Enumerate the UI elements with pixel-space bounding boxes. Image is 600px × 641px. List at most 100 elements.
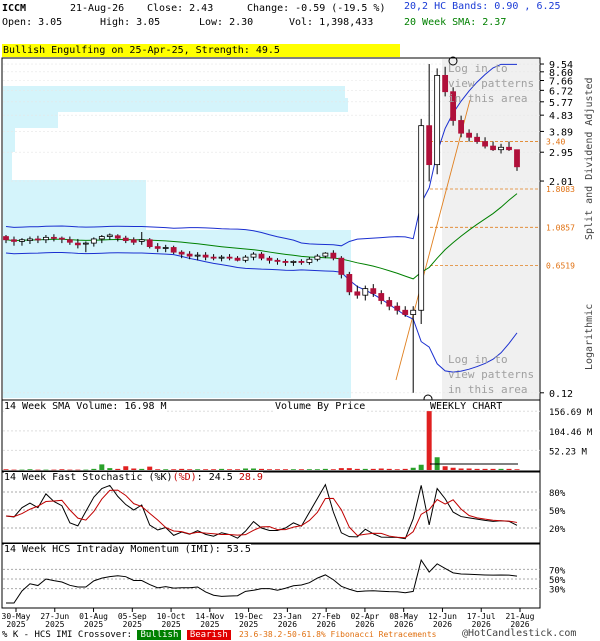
split-adjusted-label: Split and Dividend Adjusted — [584, 77, 595, 240]
fib-label: 1.0857 — [546, 223, 575, 232]
volume-bar — [123, 466, 129, 470]
candle-body — [306, 258, 313, 263]
candle-body — [170, 247, 177, 253]
stochastic-title: 14 Week Fast Stochastic (%K)(%D): 24.5 2… — [4, 472, 263, 484]
x-tick-year: 2025 — [45, 620, 64, 629]
candle-body — [514, 149, 520, 168]
price-tick-label: 4.83 — [549, 111, 573, 122]
candle-body — [146, 239, 153, 247]
volume-bar — [195, 469, 201, 470]
watermark-bottom: Log in to view patterns in this area — [448, 353, 535, 396]
stoch-tick-label: 50% — [549, 507, 566, 517]
volume-bar — [259, 468, 264, 470]
volume-bar — [51, 469, 57, 471]
fib-label: 3.40 — [546, 138, 565, 147]
price-tick-label: 2.01 — [549, 177, 573, 188]
candle-body — [3, 236, 9, 241]
price-tick-label: 3.89 — [549, 127, 573, 138]
volume-tick-label: 104.46 M — [549, 428, 593, 438]
candle-body — [51, 236, 57, 239]
volume-bar — [99, 464, 105, 470]
price-tick-label: 6.72 — [549, 86, 573, 97]
volume-bar — [243, 468, 249, 470]
candle-body — [298, 260, 305, 263]
candle-body — [426, 125, 433, 166]
candle-body — [130, 239, 137, 243]
volume-bar — [274, 469, 280, 470]
volume-bar — [155, 469, 161, 470]
imi-tick-label: 50% — [549, 576, 566, 586]
volume-bar — [290, 469, 296, 470]
volume-bar — [458, 468, 464, 470]
candle-body — [314, 255, 321, 260]
volume-bar — [506, 468, 512, 470]
candle-body — [154, 246, 161, 249]
candle-body — [114, 235, 121, 239]
stochastic-d-value: 28.9 — [238, 472, 263, 483]
volume-bar — [474, 468, 480, 470]
volume-bar — [426, 411, 432, 470]
volume-bar — [59, 469, 65, 470]
volume-by-price-title: Volume By Price — [275, 401, 366, 413]
candle-body — [482, 141, 488, 147]
candle-body — [410, 309, 417, 315]
candle-body — [258, 253, 265, 259]
volume-bar — [370, 468, 376, 470]
candle-body — [19, 239, 25, 242]
volume-bar — [466, 468, 472, 470]
volume-bar — [266, 469, 272, 470]
candle-body — [474, 136, 480, 142]
candle-body — [290, 260, 297, 263]
volume-bar — [187, 469, 193, 470]
volume-bar — [107, 468, 113, 470]
x-tick-year: 2025 — [84, 620, 103, 629]
candle-body — [194, 254, 201, 257]
x-tick-year: 2025 — [161, 620, 180, 629]
candle-body — [58, 237, 65, 240]
candle-body — [346, 274, 353, 293]
volume-bar — [330, 469, 336, 470]
x-tick-year: 2026 — [317, 620, 336, 629]
candle-body — [11, 239, 17, 242]
candle-body — [418, 125, 425, 311]
candle-body — [330, 252, 337, 259]
stoch-tick-label: 20% — [549, 525, 566, 535]
candle-body — [186, 253, 193, 257]
candle-body — [354, 291, 361, 296]
x-tick-year: 2025 — [200, 620, 219, 629]
copyright: @HotCandlestick.com — [462, 628, 577, 639]
weekly-chart-title: WEEKLY CHART — [430, 401, 503, 412]
volume-bar — [394, 469, 400, 470]
candle-body — [378, 293, 385, 301]
candle-body — [250, 253, 257, 258]
volume-bar — [115, 468, 121, 470]
candle-body — [202, 254, 209, 258]
x-tick-year: 2026 — [355, 620, 374, 629]
volume-bar — [163, 469, 169, 470]
log-scale-label: Logarithmic — [584, 303, 595, 370]
candle-body — [266, 257, 273, 261]
x-tick-year: 2025 — [123, 620, 142, 629]
volume-bar — [11, 469, 17, 471]
volume-bar — [179, 468, 185, 470]
candle-body — [282, 260, 289, 263]
volume-bar — [362, 468, 368, 470]
candle-body — [434, 74, 441, 166]
price-tick-label: 0.12 — [549, 389, 573, 400]
fibonacci-legend: 23.6-38.2-50-61.8% Fibonacci Retracement… — [239, 630, 437, 639]
price-tick-label: 5.77 — [549, 98, 573, 109]
volume-bar — [306, 469, 312, 470]
stoch-tick-label: 80% — [549, 489, 566, 499]
candle-body — [122, 237, 129, 241]
candle-body — [210, 256, 217, 259]
volume-sma-title: 14 Week SMA Volume: 16.98 M — [4, 401, 167, 413]
volume-bar — [282, 469, 288, 470]
candle-body — [98, 236, 105, 240]
volume-bar — [211, 469, 217, 470]
candle-body — [178, 251, 185, 255]
candle-body — [218, 256, 225, 259]
candle-body — [370, 288, 377, 294]
stochastic-k-value: : 24.5 — [196, 472, 233, 483]
candle-body — [74, 242, 81, 246]
volume-bar — [386, 468, 392, 470]
